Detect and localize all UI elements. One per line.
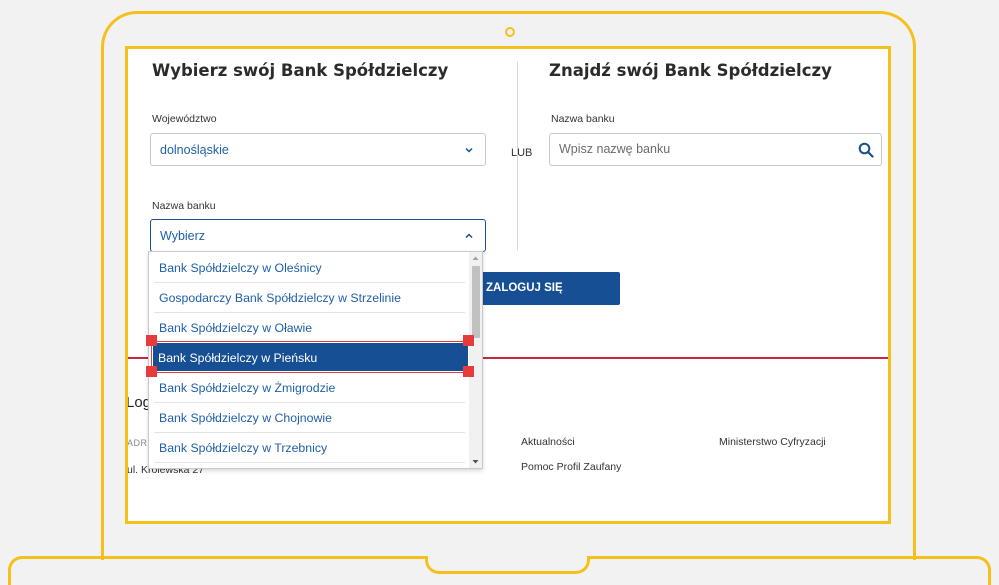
voivodeship-label: Województwo — [152, 113, 217, 125]
list-item[interactable]: Bank Spółdzielczy w Oławie — [154, 313, 465, 343]
left-panel-title: Wybierz swój Bank Spółdzielczy — [152, 61, 449, 80]
list-item[interactable]: Bank Spółdzielczy w Oleśnicy — [154, 253, 465, 283]
scroll-thumb[interactable] — [472, 266, 480, 338]
bank-select-value: Wybierz — [160, 229, 206, 243]
search-bank-label: Nazwa banku — [551, 113, 615, 125]
chevron-up-icon — [465, 233, 473, 239]
chevron-down-icon — [465, 147, 473, 153]
login-button[interactable]: ZALOGUJ SIĘ — [472, 272, 620, 305]
scroll-down-icon[interactable] — [472, 458, 479, 465]
login-button-label: ZALOGUJ SIĘ — [486, 282, 563, 294]
footer-link-ministry[interactable]: Ministerstwo Cyfryzacji — [719, 436, 826, 448]
list-item[interactable]: Gospodarczy Bank Spółdzielczy w Strzelin… — [154, 283, 465, 313]
list-item[interactable]: Bank Spółdzielczy w Chojnowie — [154, 403, 465, 433]
or-separator: LUB — [511, 147, 533, 159]
selection-handle-tr — [463, 335, 474, 346]
bank-search-input[interactable] — [559, 142, 839, 156]
selection-handle-bl — [146, 366, 157, 377]
scroll-up-icon[interactable] — [472, 255, 479, 262]
bank-dropdown-list: Bank Spółdzielczy w Oleśnicy Gospodarczy… — [148, 251, 483, 469]
list-item-selected[interactable]: Bank Spółdzielczy w Pieńsku — [151, 341, 470, 373]
footer-link-news[interactable]: Aktualności — [521, 436, 575, 448]
selection-handle-tl — [146, 335, 157, 346]
list-item[interactable]: Bank Spółdzielczy w Trzebnicy — [154, 433, 465, 463]
bank-select[interactable]: Wybierz — [150, 219, 486, 252]
voivodeship-select[interactable]: dolnośląskie — [150, 133, 486, 166]
right-panel-title: Znajdź swój Bank Spółdzielczy — [549, 61, 832, 80]
footer-link-help[interactable]: Pomoc Profil Zaufany — [521, 461, 621, 473]
dropdown-scrollbar[interactable] — [469, 252, 482, 468]
bank-name-label: Nazwa banku — [152, 200, 216, 212]
voivodeship-value: dolnośląskie — [160, 143, 229, 157]
laptop-notch — [425, 556, 590, 574]
camera-icon — [505, 27, 515, 37]
list-item[interactable]: Bank Spółdzielczy w Żmigrodzie — [154, 373, 465, 403]
selection-handle-br — [463, 366, 474, 377]
search-icon[interactable] — [858, 142, 874, 158]
bank-search-field[interactable] — [549, 133, 882, 166]
